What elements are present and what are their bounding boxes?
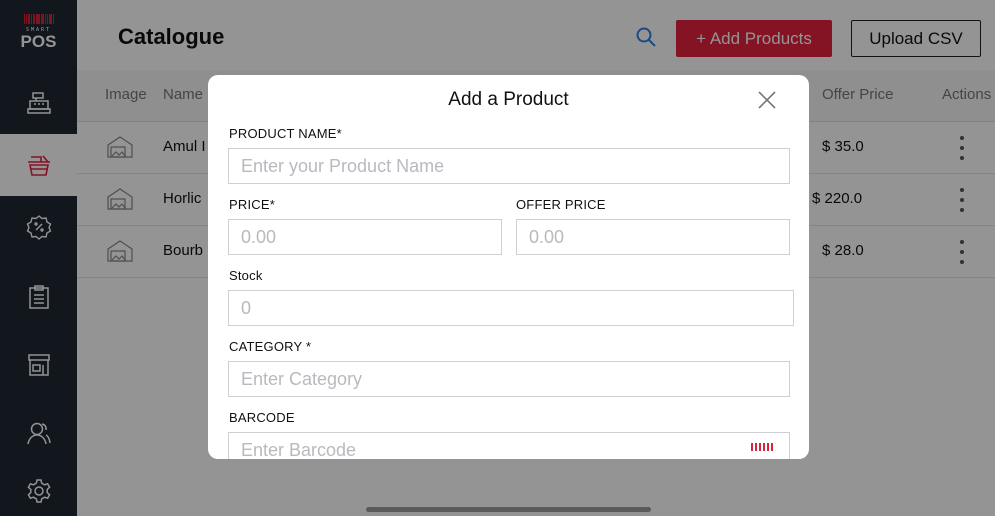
category-label: CATEGORY *	[229, 339, 312, 354]
offer-price-input[interactable]: 0.00	[516, 219, 790, 255]
price-label: PRICE*	[229, 197, 275, 212]
offer-price-label: OFFER PRICE	[516, 197, 606, 212]
category-input[interactable]: Enter Category	[228, 361, 790, 397]
home-indicator	[366, 507, 651, 512]
add-product-modal: Add a Product PRODUCT NAME* Enter your P…	[208, 75, 809, 459]
app-root: SMART POS Catalogue + Add Products Uploa…	[0, 0, 995, 516]
price-input[interactable]: 0.00	[228, 219, 502, 255]
stock-input[interactable]: 0	[228, 290, 794, 326]
barcode-placeholder: Enter Barcode	[241, 440, 357, 459]
modal-title: Add a Product	[448, 89, 569, 110]
close-icon[interactable]	[754, 87, 780, 113]
product-name-label: PRODUCT NAME*	[229, 126, 342, 141]
barcode-input[interactable]: Enter Barcode	[228, 432, 790, 459]
product-name-input[interactable]: Enter your Product Name	[228, 148, 790, 184]
stock-label: Stock	[229, 268, 263, 283]
barcode-label: BARCODE	[229, 410, 295, 425]
barcode-scan-icon[interactable]	[751, 443, 777, 451]
